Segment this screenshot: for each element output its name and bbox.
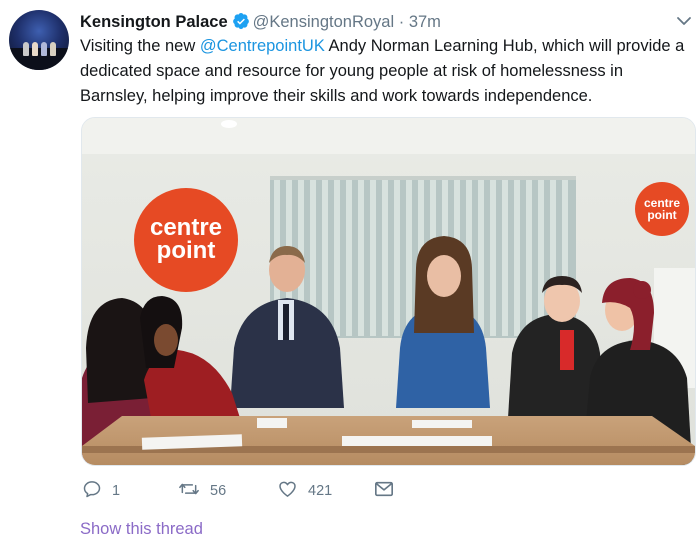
paper-sheet <box>342 436 492 446</box>
paper-sheet <box>257 418 287 428</box>
like-count: 421 <box>308 483 333 499</box>
chevron-down-icon[interactable] <box>676 14 692 32</box>
avatar-figure <box>32 42 38 56</box>
mention-link[interactable]: @CentrepointUK <box>200 37 325 55</box>
tweet: Kensington Palace @KensingtonRoyal · 37m … <box>0 0 700 552</box>
like-button[interactable]: 421 <box>277 478 332 504</box>
retweet-icon <box>178 479 210 503</box>
retweet-count: 56 <box>210 483 227 499</box>
sign-right-line2: point <box>647 208 676 222</box>
tweet-timestamp[interactable]: 37m <box>409 13 441 31</box>
tweet-actions: 1 56 421 <box>80 478 700 504</box>
verified-badge-icon <box>232 12 250 36</box>
reply-icon <box>82 479 112 503</box>
author-avatar[interactable] <box>9 10 69 70</box>
tweet-text: Visiting the new @CentrepointUK Andy Nor… <box>80 34 692 109</box>
avatar-stage <box>9 48 69 70</box>
sign-left-line2: point <box>157 237 216 264</box>
tweet-photo[interactable]: centre point centre point <box>81 117 696 466</box>
reply-button[interactable]: 1 <box>82 478 120 504</box>
direct-message-button[interactable] <box>373 478 405 504</box>
tweet-header: Kensington Palace @KensingtonRoyal · 37m <box>80 11 670 33</box>
avatar-figure <box>23 42 29 56</box>
envelope-icon <box>373 479 405 503</box>
retweet-button[interactable]: 56 <box>178 478 226 504</box>
avatar-figure <box>41 42 47 56</box>
author-name[interactable]: Kensington Palace <box>80 13 228 31</box>
heart-icon <box>277 479 308 503</box>
tweet-text-start: Visiting the new <box>80 37 200 55</box>
paper-sheet <box>412 420 472 428</box>
ceiling-light <box>221 120 237 128</box>
blind-rail <box>270 176 576 180</box>
ceiling <box>82 118 695 154</box>
show-thread-link[interactable]: Show this thread <box>80 518 203 540</box>
meta-separator: · <box>398 13 405 31</box>
avatar-figure <box>50 42 56 56</box>
reply-count: 1 <box>112 483 121 499</box>
author-handle[interactable]: @KensingtonRoyal <box>253 13 395 31</box>
